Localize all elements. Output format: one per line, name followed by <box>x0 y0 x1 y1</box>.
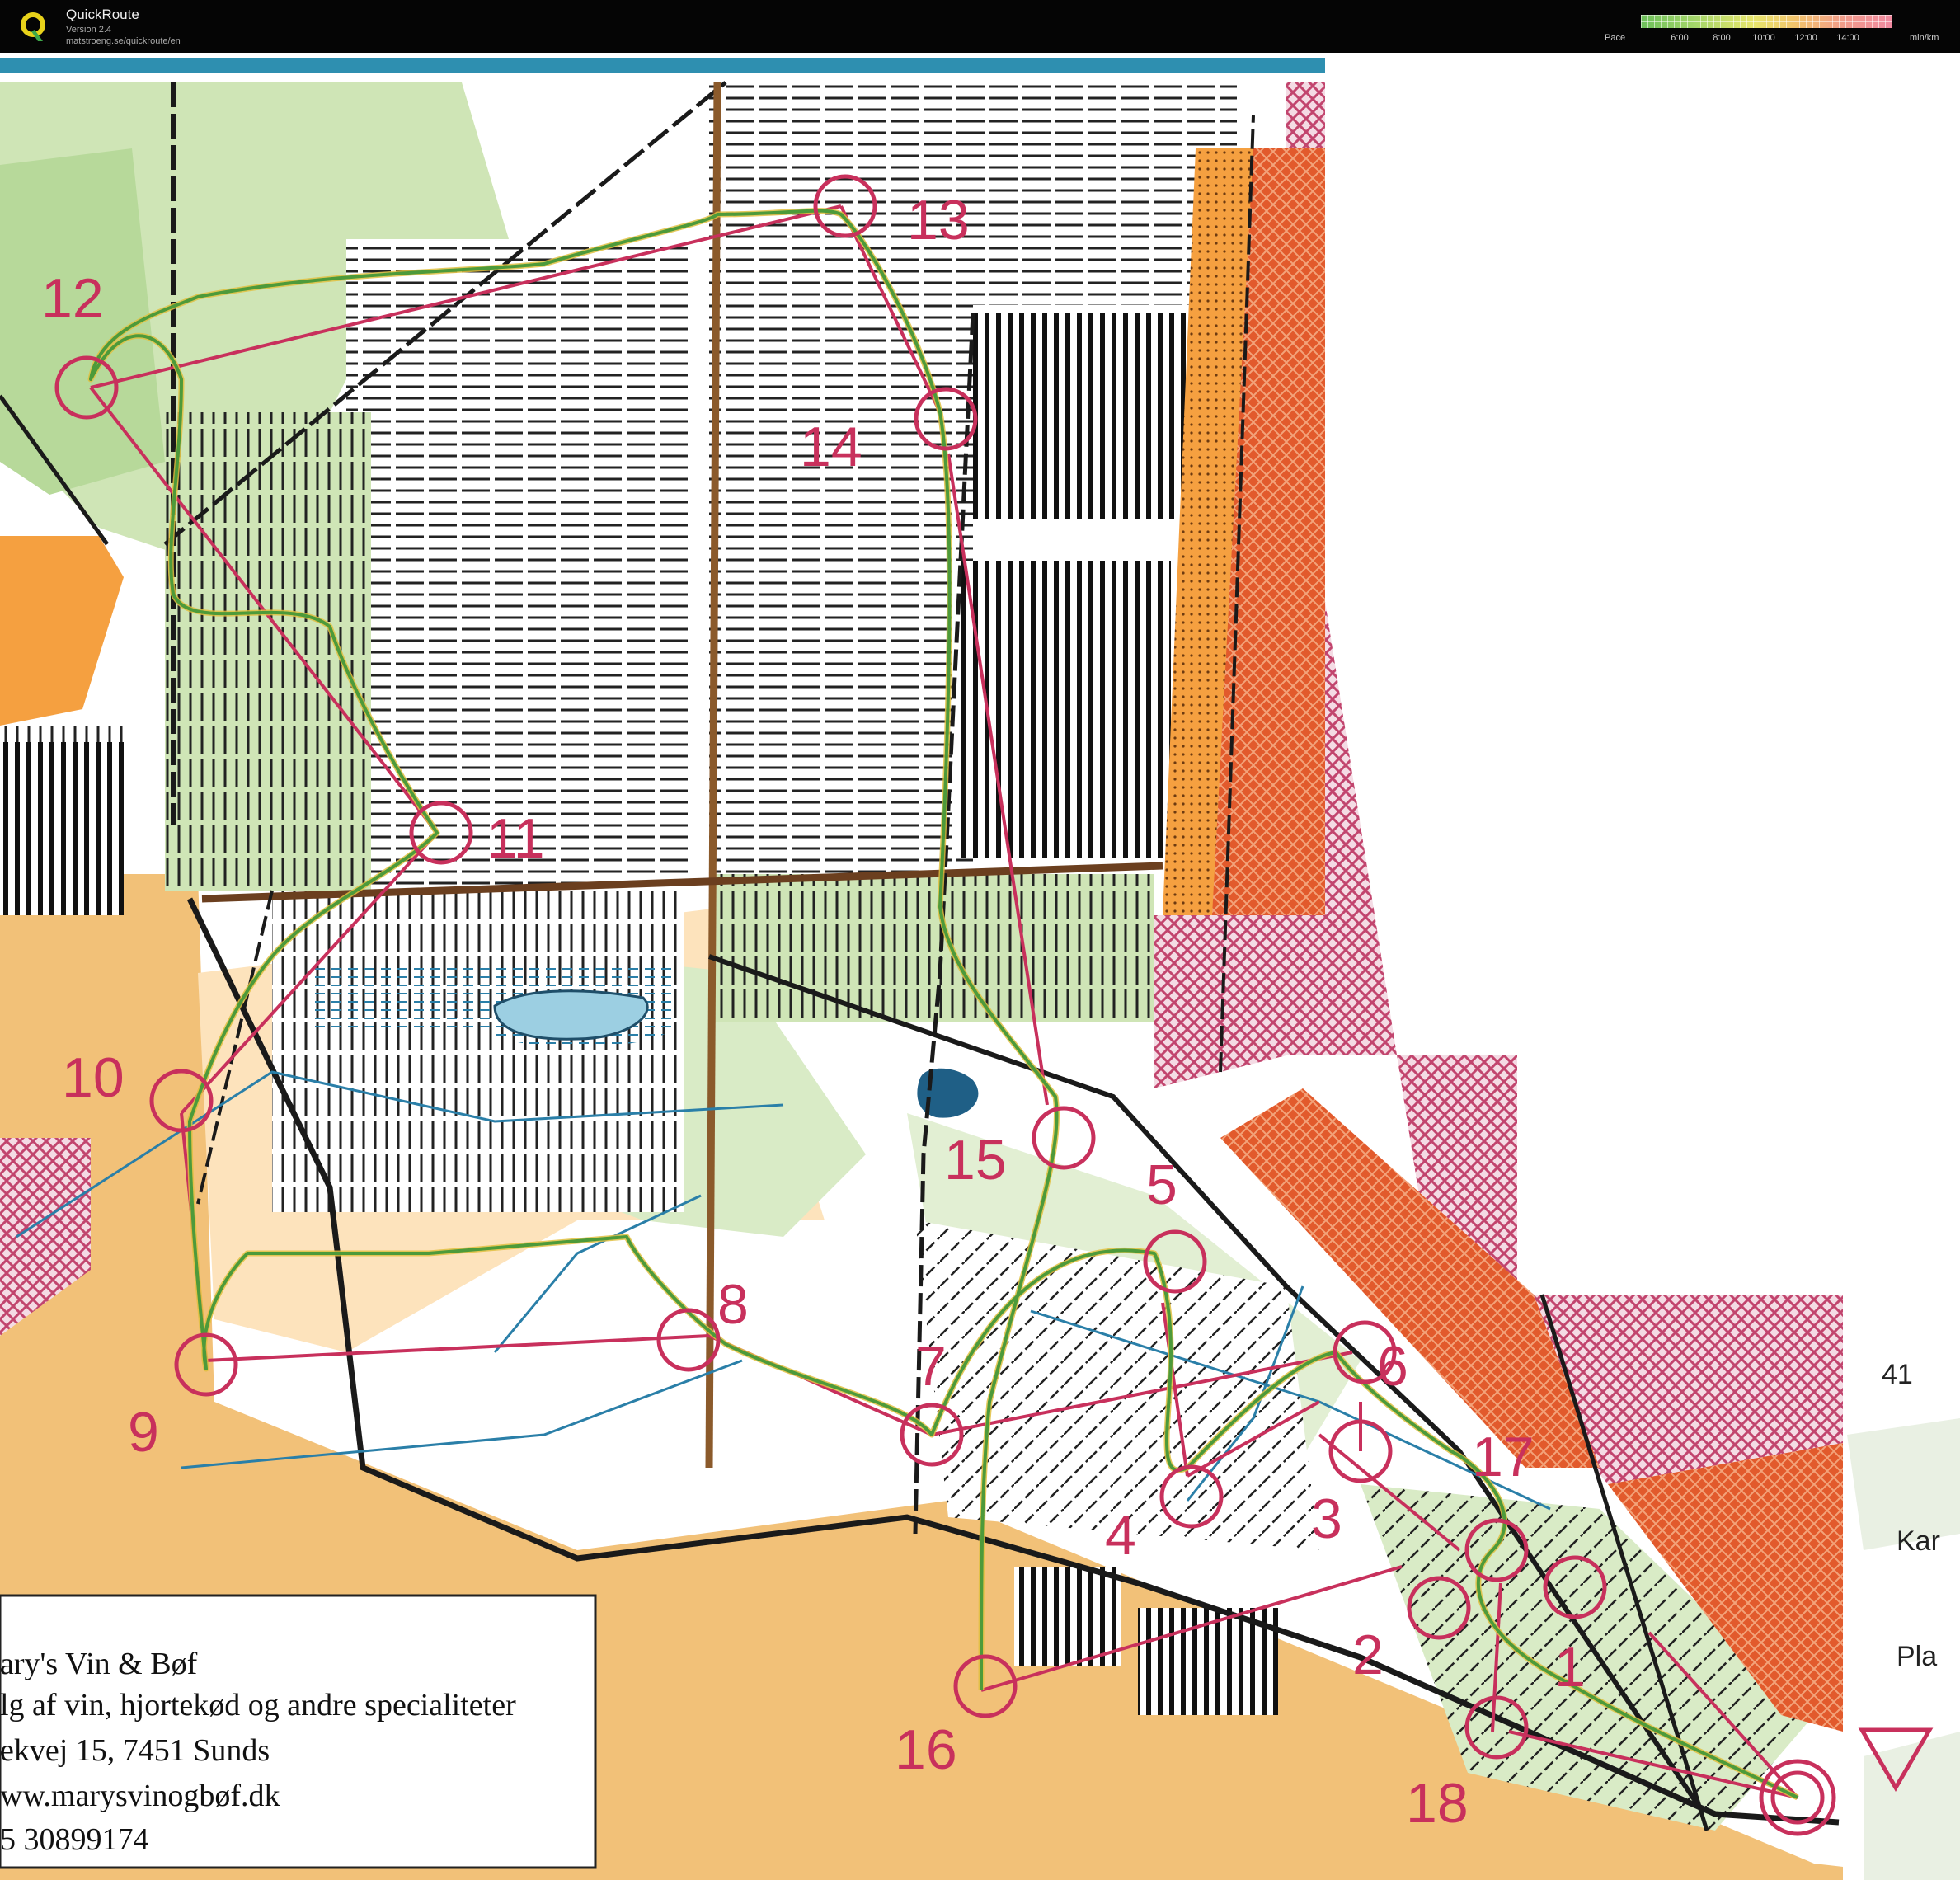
pace-unit: min/km <box>1910 33 1939 43</box>
orienteering-map[interactable]: 123456789101112131415161718 41 Kar Pla a… <box>0 53 1960 1880</box>
advert-line: lg af vin, hjortekød og andre specialite… <box>0 1688 516 1723</box>
pace-scale-grid <box>1641 15 1892 28</box>
map-header-strip <box>0 58 1325 73</box>
control-number-18: 18 <box>1406 1772 1469 1835</box>
control-number-1: 1 <box>1554 1636 1586 1699</box>
advert-line: ekvej 15, 7451 Sunds <box>0 1733 270 1768</box>
quickroute-logo-icon <box>21 12 45 41</box>
pace-tick: 10:00 <box>1752 33 1775 43</box>
control-number-6: 6 <box>1377 1335 1408 1398</box>
title-bar: QuickRoute Version 2.4 matstroeng.se/qui… <box>0 0 1960 53</box>
control-number-16: 16 <box>895 1718 957 1781</box>
control-number-12: 12 <box>41 267 104 330</box>
control-number-4: 4 <box>1105 1504 1136 1567</box>
pace-tick: 6:00 <box>1671 33 1689 43</box>
advert-line: 5 30899174 <box>0 1822 149 1857</box>
advert-line: ary's Vin & Bøf <box>0 1647 198 1681</box>
pace-tick: 8:00 <box>1713 33 1731 43</box>
control-number-15: 15 <box>944 1129 1007 1191</box>
advert-line: ww.marysvinogbøf.dk <box>0 1779 280 1813</box>
control-number-3: 3 <box>1311 1488 1342 1550</box>
control-number-8: 8 <box>717 1273 749 1336</box>
app-title: QuickRoute <box>66 7 139 22</box>
elevation-label: 41 <box>1882 1359 1913 1390</box>
pace-tick: 14:00 <box>1836 33 1859 43</box>
control-number-13: 13 <box>907 189 970 251</box>
control-number-5: 5 <box>1146 1154 1177 1216</box>
place-label: Pla <box>1897 1641 1937 1672</box>
place-label: Kar <box>1897 1525 1940 1557</box>
advert-box: ary's Vin & Bøf lg af vin, hjortekød og … <box>0 1594 597 1869</box>
app-version: Version 2.4 <box>66 25 112 35</box>
pace-label: Pace <box>1605 33 1626 43</box>
control-number-14: 14 <box>800 416 862 478</box>
control-number-10: 10 <box>62 1046 125 1109</box>
control-number-7: 7 <box>915 1335 947 1398</box>
app-url[interactable]: matstroeng.se/quickroute/en <box>66 36 181 46</box>
control-number-17: 17 <box>1472 1426 1535 1488</box>
control-number-11: 11 <box>486 807 545 870</box>
control-number-2: 2 <box>1352 1624 1384 1686</box>
pace-tick: 12:00 <box>1794 33 1817 43</box>
control-number-9: 9 <box>128 1401 159 1464</box>
